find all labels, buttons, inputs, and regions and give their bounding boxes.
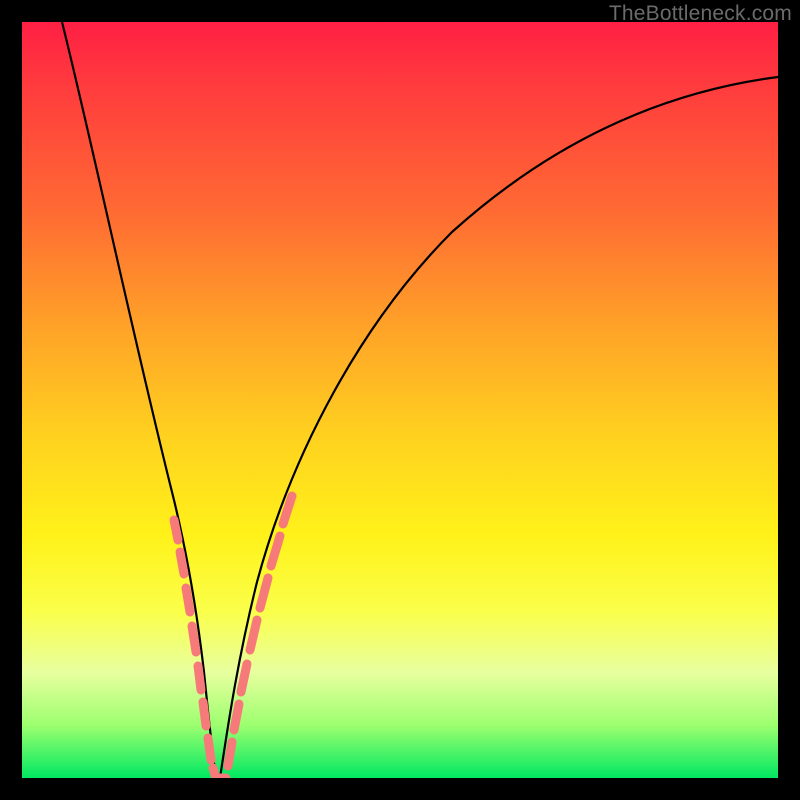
highlight-points xyxy=(174,496,292,778)
curve-layer xyxy=(22,22,778,778)
chart-frame: TheBottleneck.com xyxy=(0,0,800,800)
plot-area xyxy=(22,22,778,778)
bottleneck-curve xyxy=(62,22,778,778)
